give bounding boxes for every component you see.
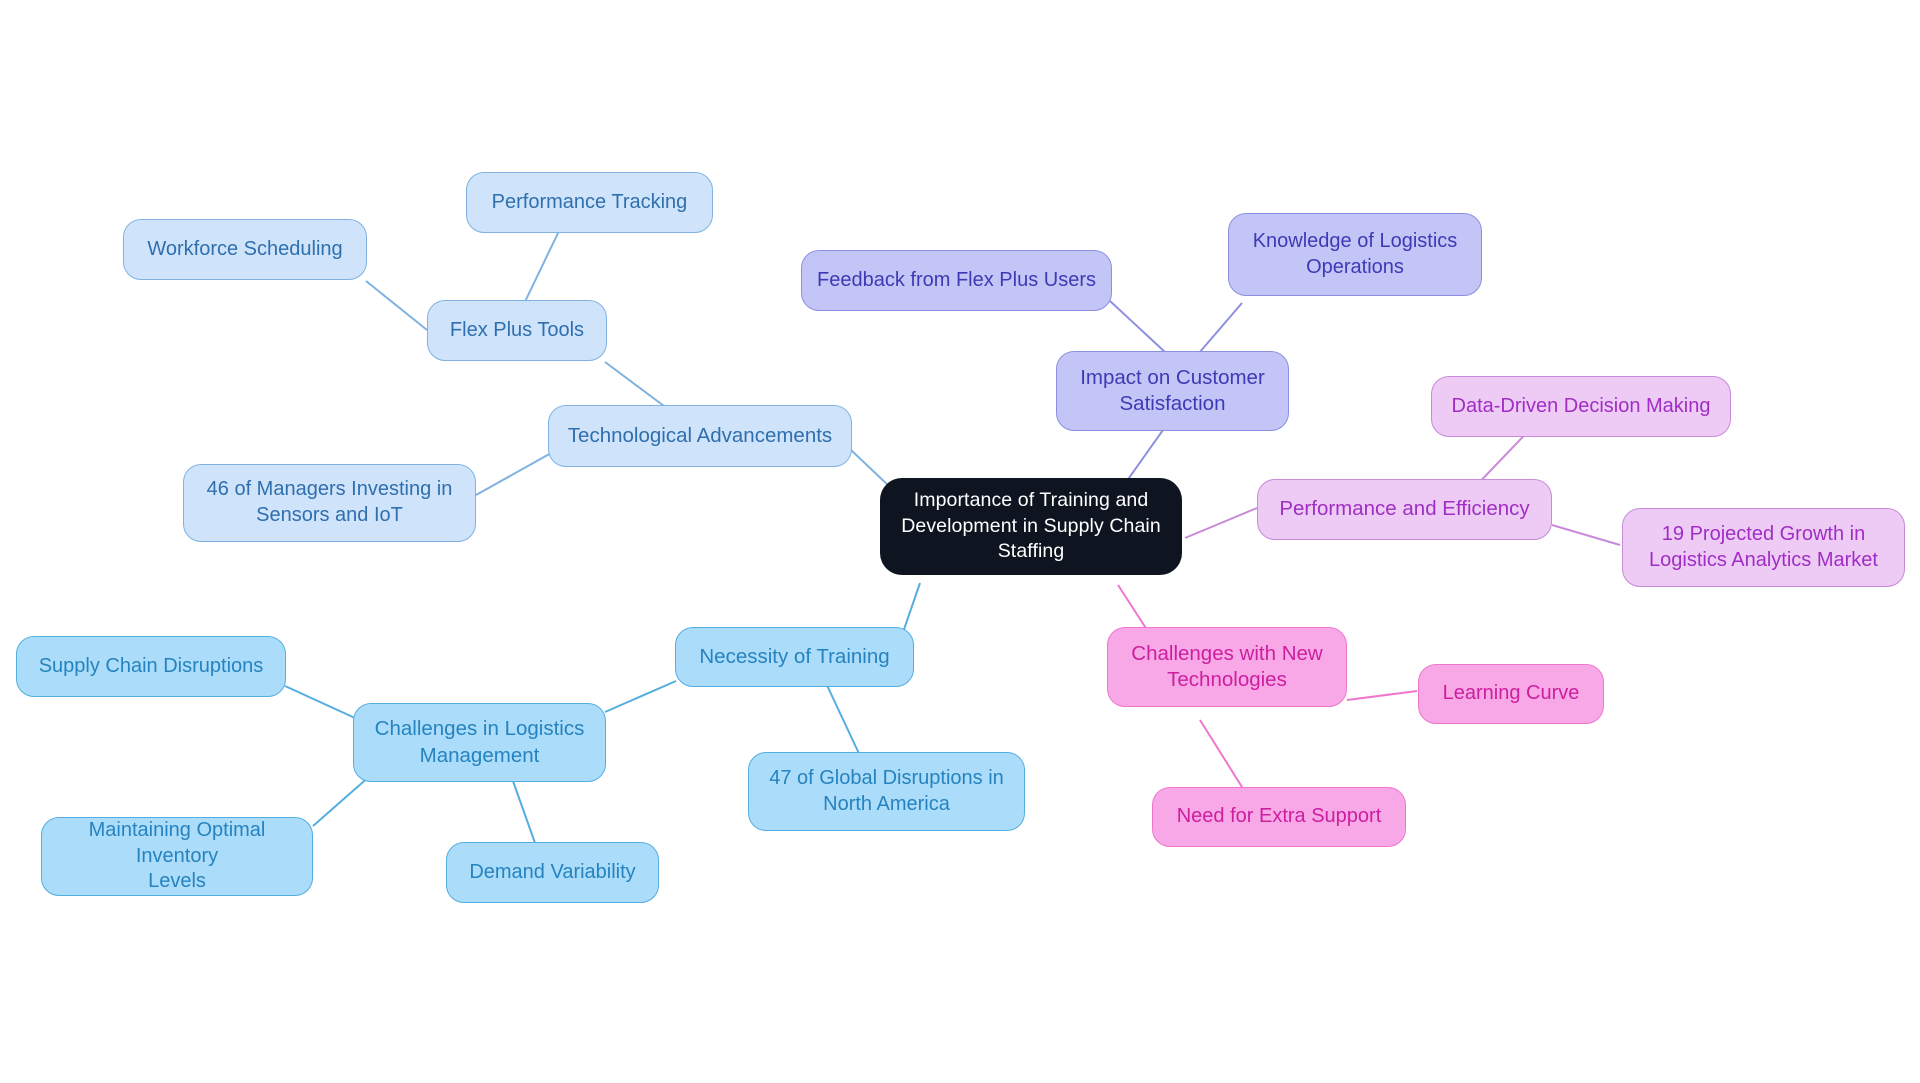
edge-knowledge-to-impact (1198, 302, 1243, 354)
node-flex-plus-tools[interactable]: Flex Plus Tools (427, 300, 607, 361)
edge-performance-tracking-to-flex-plus (520, 230, 560, 311)
node-data-driven-decision-making[interactable]: Data-Driven Decision Making (1431, 376, 1731, 437)
edge-projected-growth-to-performance (1551, 524, 1621, 546)
node-supply-chain-disruptions[interactable]: Supply Chain Disruptions (16, 636, 286, 697)
node-managers-sensors-iot[interactable]: 46 of Managers Investing in Sensors and … (183, 464, 476, 542)
node-global-disruptions[interactable]: 47 of Global Disruptions in North Americ… (748, 752, 1025, 831)
node-performance-tracking[interactable]: Performance Tracking (466, 172, 713, 233)
node-projected-growth[interactable]: 19 Projected Growth in Logistics Analyti… (1622, 508, 1905, 587)
edge-technological-to-root (850, 449, 891, 488)
node-performance-and-efficiency[interactable]: Performance and Efficiency (1257, 479, 1552, 540)
edge-impact-to-root (1123, 429, 1164, 486)
edge-maintaining-inventory-to-challenges-logistics (312, 774, 372, 827)
node-need-for-extra-support[interactable]: Need for Extra Support (1152, 787, 1406, 847)
node-workforce-scheduling[interactable]: Workforce Scheduling (123, 219, 367, 280)
node-challenges-in-logistics[interactable]: Challenges in Logistics Management (353, 703, 606, 782)
node-technological-advancements[interactable]: Technological Advancements (548, 405, 852, 467)
edge-workforce-scheduling-to-flex-plus (365, 280, 428, 331)
edge-global-disruptions-to-necessity (824, 680, 863, 761)
node-impact-customer-satisfaction[interactable]: Impact on Customer Satisfaction (1056, 351, 1289, 431)
mindmap-canvas: Importance of Training and Development i… (0, 0, 1920, 1083)
node-knowledge-logistics-operations[interactable]: Knowledge of Logistics Operations (1228, 213, 1482, 296)
edge-flex-plus-to-technological (604, 361, 669, 410)
root-node[interactable]: Importance of Training and Development i… (880, 478, 1182, 575)
node-maintaining-inventory[interactable]: Maintaining Optimal Inventory Levels (41, 817, 313, 896)
node-challenges-new-technologies[interactable]: Challenges with New Technologies (1107, 627, 1347, 707)
edge-performance-to-root (1184, 507, 1258, 539)
edge-learning-curve-to-challenges-tech (1346, 690, 1418, 701)
edge-supply-disruptions-to-challenges-logistics (284, 685, 356, 719)
node-learning-curve[interactable]: Learning Curve (1418, 664, 1604, 724)
edge-feedback-to-impact (1109, 300, 1167, 354)
edge-need-support-to-challenges-tech (1199, 719, 1248, 796)
edge-challenges-logistics-to-necessity (604, 680, 677, 713)
edge-managers-iot-to-technological (475, 451, 554, 496)
node-demand-variability[interactable]: Demand Variability (446, 842, 659, 903)
node-feedback-flex-plus[interactable]: Feedback from Flex Plus Users (801, 250, 1112, 311)
node-necessity-of-training[interactable]: Necessity of Training (675, 627, 914, 687)
